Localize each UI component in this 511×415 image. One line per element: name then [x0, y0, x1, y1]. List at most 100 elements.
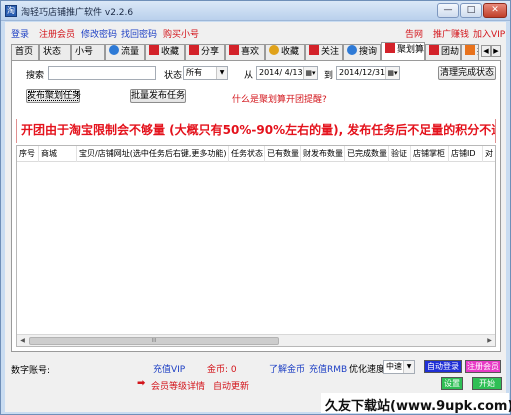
tab-label: 喜欢: [241, 47, 260, 57]
recharge-vip-link[interactable]: 充值VIP: [153, 362, 185, 375]
scroll-thumb[interactable]: III: [29, 337, 279, 345]
tab-label: 分享: [201, 47, 220, 57]
tab-group[interactable]: 团劫: [425, 44, 461, 60]
group-icon: [429, 45, 439, 55]
table-header: 序号 商城 宝贝/店铺网址(选中任务后右键,更多功能) 任务状态 已有数量 财发…: [17, 146, 495, 162]
share-icon: [189, 45, 199, 55]
column-header-url[interactable]: 宝贝/店铺网址(选中任务后右键,更多功能): [77, 146, 229, 162]
start-button[interactable]: 开始: [472, 377, 502, 390]
status-value: 所有: [186, 68, 202, 77]
tab-label: 关注: [321, 47, 340, 57]
status-label: 状态: [164, 71, 183, 81]
search-query-icon: [347, 45, 357, 55]
to-date-picker[interactable]: 2014/12/31 ▦▾: [336, 66, 400, 80]
column-header-completed-count[interactable]: 已完成数量: [345, 146, 389, 162]
promo-earn-link[interactable]: 推广赚钱: [433, 27, 469, 40]
watermark: 久友下载站(www.9upk.com): [321, 393, 511, 414]
speed-label: 优化速度: [349, 365, 386, 375]
window-title: 淘轻巧店铺推广软件 v2.2.6: [21, 8, 134, 18]
tab-accounts[interactable]: 小号: [71, 44, 105, 60]
tab-label: 团劫: [441, 47, 460, 57]
column-header-more[interactable]: 对: [483, 146, 495, 162]
recharge-rmb-link[interactable]: 充值RMB: [309, 362, 347, 375]
tab-label: 搜询: [359, 47, 378, 57]
arrow-right-icon: ➡: [137, 378, 146, 389]
title-bar[interactable]: 淘 淘轻巧店铺推广软件 v2.2.6 — □ ✕: [1, 1, 510, 21]
speed-value: 中速: [386, 362, 402, 371]
account-label: 数字账号:: [11, 366, 51, 376]
tab-auction[interactable]: 拍: [461, 44, 479, 60]
tab-share[interactable]: 分享: [185, 44, 225, 60]
horizontal-scrollbar[interactable]: ◀ III ▶: [17, 334, 495, 346]
chevron-down-icon: ▼: [216, 67, 227, 79]
app-window: 淘 淘轻巧店铺推广软件 v2.2.6 — □ ✕ 登录 注册会员 修改密码 找回…: [0, 0, 511, 415]
member-level-link[interactable]: 会员等级详情: [151, 379, 205, 392]
auction-icon: [465, 45, 475, 55]
column-header-index[interactable]: 序号: [17, 146, 39, 162]
announcement-link[interactable]: 告网: [405, 27, 423, 40]
juhuasuan-icon: [385, 43, 395, 53]
buy-account-link[interactable]: 购买小号: [163, 27, 199, 40]
clear-completed-button[interactable]: 清理完成状态: [438, 66, 496, 80]
from-date-picker[interactable]: 2014/ 4/13 ▦▾: [256, 66, 318, 80]
globe-icon: [109, 45, 119, 55]
auto-login-button[interactable]: 自动登录: [424, 360, 462, 373]
chevron-down-icon: ▼: [403, 361, 414, 373]
tab-label: 流量: [121, 47, 140, 57]
tab-label: 收藏: [281, 47, 300, 57]
tab-scroll-right-icon[interactable]: ▶: [491, 45, 501, 57]
tab-label: 聚划算: [397, 45, 425, 55]
publish-juhuasuan-button[interactable]: 发布聚划任务: [26, 89, 81, 103]
status-select[interactable]: 所有 ▼: [183, 66, 228, 80]
register-link[interactable]: 注册会员: [39, 27, 75, 40]
register-member-button[interactable]: 注册会员: [465, 360, 501, 373]
column-header-task-status[interactable]: 任务状态: [229, 146, 265, 162]
batch-publish-button[interactable]: 批量发布任务: [130, 89, 186, 103]
tab-favorite[interactable]: 收藏: [145, 44, 185, 60]
tab-favorite-2[interactable]: 收藏: [265, 44, 305, 60]
juhuasuan-panel: 搜索 状态 所有 ▼ 从 2014/ 4/13 ▦▾ 到 2014/12/31 …: [11, 60, 501, 352]
column-header-shop-id[interactable]: 店铺ID: [449, 146, 483, 162]
tab-like[interactable]: 喜欢: [225, 44, 265, 60]
column-header-existing-count[interactable]: 已有数量: [265, 146, 301, 162]
scroll-right-icon[interactable]: ▶: [484, 336, 495, 346]
search-input[interactable]: [48, 66, 156, 80]
join-vip-link[interactable]: 加入VIP: [473, 27, 505, 40]
notice-text: 开团由于淘宝限制会不够量 (大概只有50%-90%左右的量), 发布任务后不足量…: [21, 123, 496, 137]
tab-juhuasuan[interactable]: 聚划算: [381, 42, 425, 60]
watermark-text: 久友下载站(www.9upk.com): [325, 399, 511, 414]
learn-gold-link[interactable]: 了解金币: [269, 362, 305, 375]
minimize-button[interactable]: —: [437, 3, 459, 18]
column-header-verify[interactable]: 验证: [389, 146, 411, 162]
tab-scroll-left-icon[interactable]: ◀: [481, 45, 491, 57]
settings-button[interactable]: 设置: [441, 377, 463, 390]
recover-password-link[interactable]: 找回密码: [121, 27, 157, 40]
scroll-left-icon[interactable]: ◀: [17, 336, 28, 346]
tab-search-query[interactable]: 搜询: [343, 44, 381, 60]
column-header-published-count[interactable]: 财发布数量: [301, 146, 345, 162]
calendar-icon[interactable]: ▦▾: [303, 67, 317, 79]
tab-traffic[interactable]: 流量: [105, 44, 145, 60]
favorite2-icon: [269, 45, 279, 55]
tab-status[interactable]: 状态: [39, 44, 71, 60]
tab-home[interactable]: 首页: [11, 44, 39, 60]
column-header-mall[interactable]: 商城: [39, 146, 77, 162]
gold-balance: 金币: 0: [207, 365, 237, 375]
favorite-icon: [149, 45, 159, 55]
calendar-icon[interactable]: ▦▾: [385, 67, 399, 79]
juhuasuan-help-link[interactable]: 什么是聚划算开团提醒?: [232, 92, 327, 105]
tab-follow[interactable]: 关注: [305, 44, 343, 60]
change-password-link[interactable]: 修改密码: [81, 27, 117, 40]
column-header-shop-owner[interactable]: 店铺掌柜: [411, 146, 449, 162]
auto-update-link[interactable]: 自动更新: [213, 379, 249, 392]
task-table[interactable]: 序号 商城 宝贝/店铺网址(选中任务后右键,更多功能) 任务状态 已有数量 财发…: [16, 145, 496, 347]
login-link[interactable]: 登录: [11, 27, 29, 40]
close-button[interactable]: ✕: [483, 3, 507, 18]
speed-select[interactable]: 中速 ▼: [383, 360, 415, 374]
tab-label: 状态: [43, 47, 62, 57]
from-label: 从: [244, 71, 254, 81]
maximize-button[interactable]: □: [460, 3, 482, 18]
tab-strip: 首页 状态 小号 流量 收藏 分享 喜欢 收藏 关注 搜询 聚划算 团劫 拍 ◀…: [11, 42, 501, 60]
to-date-value: 2014/12/31: [339, 68, 386, 77]
tab-label: 小号: [75, 47, 94, 57]
